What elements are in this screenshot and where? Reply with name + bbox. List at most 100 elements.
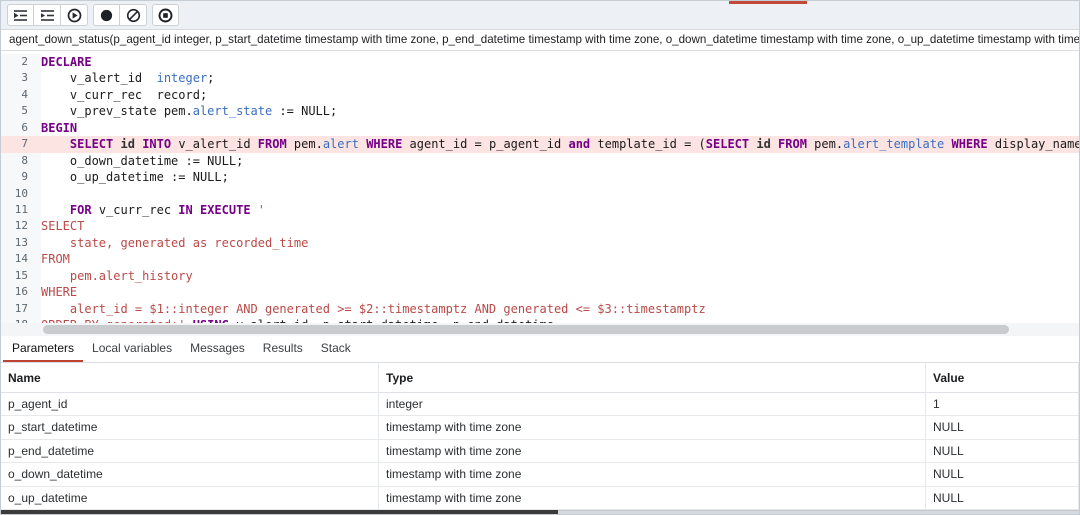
- gutter-line-number[interactable]: 6: [1, 120, 41, 136]
- toggle-breakpoint-button[interactable]: [93, 4, 120, 26]
- code-text: pem.alert_history: [41, 268, 1079, 284]
- gutter-line-number[interactable]: 10: [1, 186, 41, 202]
- code-text: SELECT id INTO v_alert_id FROM pem.alert…: [41, 136, 1079, 152]
- table-row[interactable]: o_down_datetimetimestamp with time zoneN…: [1, 463, 1079, 486]
- code-line: 11 FOR v_curr_rec IN EXECUTE ': [1, 202, 1079, 218]
- gutter-line-number[interactable]: 9: [1, 169, 41, 185]
- value-cell: NULL: [926, 440, 1079, 463]
- table-row[interactable]: p_start_datetimetimestamp with time zone…: [1, 416, 1079, 439]
- code-line: 2DECLARE: [1, 54, 1079, 70]
- gutter-line-number[interactable]: 17: [1, 301, 41, 317]
- grid-header-row: NameTypeValue: [1, 363, 1079, 393]
- name-cell: o_up_datetime: [1, 487, 379, 510]
- step-over-button[interactable]: [34, 4, 61, 26]
- gutter-line-number[interactable]: 2: [1, 54, 41, 70]
- code-line: 3 v_alert_id integer;: [1, 70, 1079, 86]
- debugger-window: agent_down_status(p_agent_id integer, p_…: [0, 0, 1080, 515]
- gutter-line-number[interactable]: 12: [1, 218, 41, 234]
- gutter-line-number[interactable]: 5: [1, 103, 41, 119]
- column-header-value[interactable]: Value: [926, 363, 1079, 393]
- value-cell: 1: [926, 393, 1079, 416]
- toolbar-group: [7, 4, 88, 26]
- gutter-line-number[interactable]: 11: [1, 202, 41, 218]
- gutter-line-number[interactable]: 4: [1, 87, 41, 103]
- code-text: alert_id = $1::integer AND generated >= …: [41, 301, 1079, 317]
- horizontal-scrollbar[interactable]: [1, 323, 1079, 336]
- tab-stack[interactable]: Stack: [312, 336, 360, 362]
- table-row[interactable]: p_agent_idinteger1: [1, 393, 1079, 416]
- value-cell: NULL: [926, 416, 1079, 439]
- code-line: 15 pem.alert_history: [1, 268, 1079, 284]
- step-over-icon: [40, 9, 55, 22]
- code-line: 14FROM: [1, 251, 1079, 267]
- code-text: v_prev_state pem.alert_state := NULL;: [41, 103, 1079, 119]
- code-line: 5 v_prev_state pem.alert_state := NULL;: [1, 103, 1079, 119]
- name-cell: p_end_datetime: [1, 440, 379, 463]
- code-line: 16WHERE: [1, 284, 1079, 300]
- code-editor[interactable]: 2DECLARE3 v_alert_id integer;4 v_curr_re…: [1, 51, 1079, 336]
- function-signature: agent_down_status(p_agent_id integer, p_…: [1, 30, 1079, 51]
- table-row[interactable]: p_end_datetimetimestamp with time zoneNU…: [1, 440, 1079, 463]
- type-cell: timestamp with time zone: [379, 416, 926, 439]
- toolbar-group: [93, 4, 147, 26]
- tab-local-variables[interactable]: Local variables: [83, 336, 181, 362]
- code-text: v_curr_rec record;: [41, 87, 1079, 103]
- code-text: SELECT: [41, 218, 1079, 234]
- bottom-strip-light: [558, 510, 1079, 515]
- stop-button[interactable]: [152, 4, 179, 26]
- gutter-line-number[interactable]: 15: [1, 268, 41, 284]
- code-text: state, generated as recorded_time: [41, 235, 1079, 251]
- code-line-current: 7 SELECT id INTO v_alert_id FROM pem.ale…: [1, 136, 1079, 152]
- clear-breakpoints-icon: [126, 8, 141, 23]
- type-cell: timestamp with time zone: [379, 440, 926, 463]
- toggle-breakpoint-icon: [99, 8, 114, 23]
- column-header-type[interactable]: Type: [379, 363, 926, 393]
- value-cell: NULL: [926, 463, 1079, 486]
- code-line: 12SELECT: [1, 218, 1079, 234]
- continue-icon: [67, 8, 82, 23]
- code-line: 17 alert_id = $1::integer AND generated …: [1, 301, 1079, 317]
- tab-messages[interactable]: Messages: [181, 336, 254, 362]
- gutter-line-number[interactable]: 3: [1, 70, 41, 86]
- code-text: FOR v_curr_rec IN EXECUTE ': [41, 202, 1079, 218]
- column-header-name[interactable]: Name: [1, 363, 379, 393]
- code-text: v_alert_id integer;: [41, 70, 1079, 86]
- gutter-line-number[interactable]: 16: [1, 284, 41, 300]
- continue-button[interactable]: [61, 4, 88, 26]
- name-cell: p_start_datetime: [1, 416, 379, 439]
- name-cell: o_down_datetime: [1, 463, 379, 486]
- debug-toolbar: [1, 1, 1079, 30]
- clear-breakpoints-button[interactable]: [120, 4, 147, 26]
- type-cell: integer: [379, 393, 926, 416]
- code-text: BEGIN: [41, 120, 1079, 136]
- code-text: o_down_datetime := NULL;: [41, 153, 1079, 169]
- type-cell: timestamp with time zone: [379, 463, 926, 486]
- code-text: o_up_datetime := NULL;: [41, 169, 1079, 185]
- scrollbar-thumb[interactable]: [43, 325, 1009, 334]
- parameters-grid: NameTypeValuep_agent_idinteger1p_start_d…: [1, 363, 1079, 510]
- top-red-tab-indicator: [729, 1, 807, 4]
- type-cell: timestamp with time zone: [379, 487, 926, 510]
- table-row[interactable]: o_up_datetimetimestamp with time zoneNUL…: [1, 487, 1079, 510]
- debugger-tabs: ParametersLocal variablesMessagesResults…: [1, 336, 1079, 363]
- step-into-icon: [13, 9, 28, 22]
- code-line: 13 state, generated as recorded_time: [1, 235, 1079, 251]
- name-cell: p_agent_id: [1, 393, 379, 416]
- gutter-line-number[interactable]: 14: [1, 251, 41, 267]
- tab-results[interactable]: Results: [254, 336, 312, 362]
- bottom-strip: [1, 510, 1079, 515]
- code-text: [41, 186, 1079, 202]
- code-line: 8 o_down_datetime := NULL;: [1, 153, 1079, 169]
- value-cell: NULL: [926, 487, 1079, 510]
- tab-parameters[interactable]: Parameters: [3, 336, 83, 362]
- gutter-line-number[interactable]: 7: [1, 136, 41, 152]
- toolbar-group: [152, 4, 179, 26]
- code-line: 10: [1, 186, 1079, 202]
- code-line: 6BEGIN: [1, 120, 1079, 136]
- code-line: 4 v_curr_rec record;: [1, 87, 1079, 103]
- bottom-strip-dark: [1, 510, 558, 515]
- gutter-line-number[interactable]: 13: [1, 235, 41, 251]
- gutter-line-number[interactable]: 8: [1, 153, 41, 169]
- step-into-button[interactable]: [7, 4, 34, 26]
- code-text: FROM: [41, 251, 1079, 267]
